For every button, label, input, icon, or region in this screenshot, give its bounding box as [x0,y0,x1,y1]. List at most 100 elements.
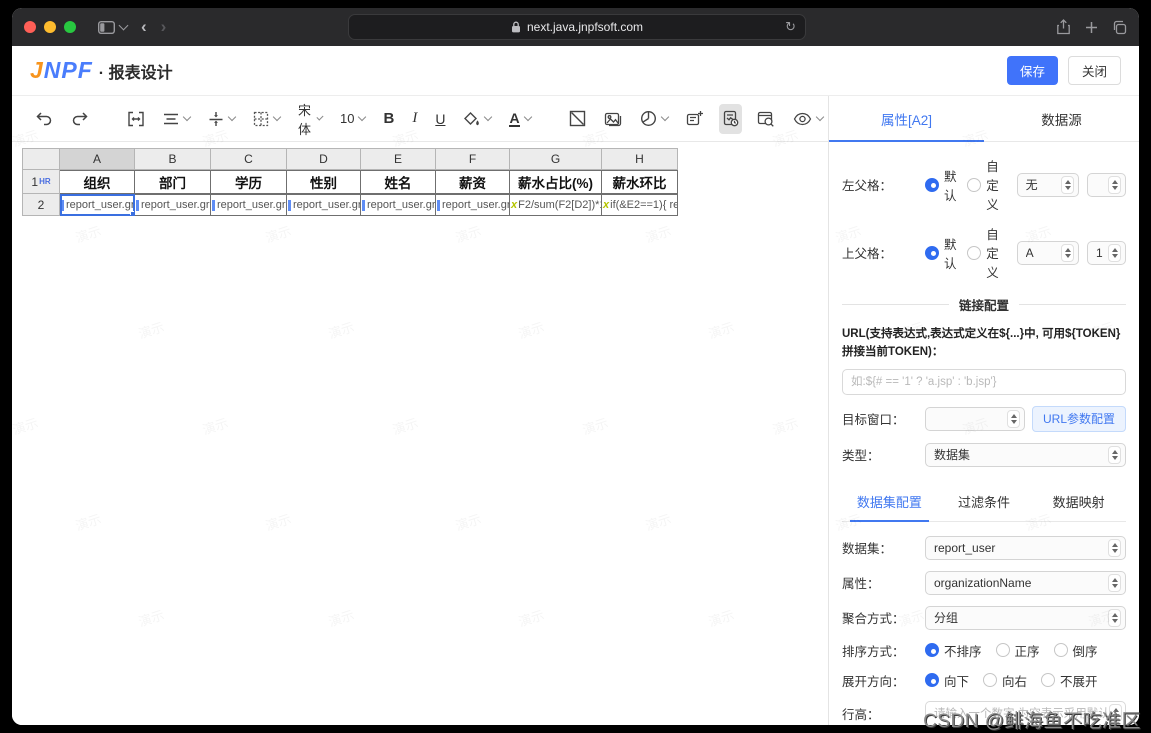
minimize-window-button[interactable] [44,21,56,33]
borders-button[interactable] [250,104,283,134]
column-header-A[interactable]: A [60,148,135,170]
expand-row: 展开方向： 向下 向右 不展开 [842,671,1126,690]
url-input[interactable] [842,368,1126,395]
grid-cell-F2[interactable]: report_user.grou [436,194,510,216]
row-header-2[interactable]: 2 [22,194,60,216]
report-settings-button[interactable] [718,103,742,134]
dataset-label: 数据集： [842,542,893,557]
row-header-1[interactable]: 1 HR [22,170,60,194]
save-button[interactable]: 保存 [1006,56,1058,85]
new-tab-icon[interactable] [1085,21,1098,34]
grid-cell-D2[interactable]: report_user.grou [287,194,361,216]
attribute-select[interactable]: organizationName [925,570,1126,595]
tab-dataset-config[interactable]: 数据集配置 [842,483,937,522]
column-header-F[interactable]: F [436,148,510,170]
radio-ascending[interactable]: 正序 [995,641,1040,660]
row-height-input[interactable] [925,700,1126,725]
column-header-C[interactable]: C [211,148,287,170]
report-canvas[interactable]: ABCDEFGH 1 HR 组织 部门 学历 性别 姓名 薪资 薪水占比(%) 薪水环比 2 rep… [12,142,828,725]
grid-cell-A2[interactable]: report_user.grou [60,194,135,216]
fill-color-button[interactable] [460,104,494,134]
forward-button[interactable]: › [161,17,167,37]
radio-descending[interactable]: 倒序 [1053,641,1098,660]
column-header-D[interactable]: D [287,148,361,170]
url-param-config-button[interactable]: URL参数配置 [1031,405,1126,432]
bold-button[interactable]: B [380,104,397,134]
radio-left-custom[interactable]: 自定义 [967,156,1008,213]
column-header-G[interactable]: G [510,148,602,170]
back-button[interactable]: ‹ [141,17,147,37]
sidebar-icon[interactable] [98,20,115,34]
grid-cell-D1[interactable]: 性别 [287,170,361,194]
address-bar[interactable]: next.java.jnpfsoft.com ↻ [348,14,806,40]
type-select[interactable]: 数据集 [925,442,1126,467]
stepper-icon [1108,538,1121,557]
grid-cell-H1[interactable]: 薪水环比 [602,170,678,194]
close-window-button[interactable] [24,21,36,33]
undo-button[interactable] [32,104,56,134]
grid-cell-B1[interactable]: 部门 [135,170,211,194]
grid-cell-H2[interactable]: xif(&E2==1){ retu [602,194,678,216]
tab-filter-condition[interactable]: 过滤条件 [937,483,1032,521]
radio-up-custom[interactable]: 自定义 [967,224,1008,281]
column-header-E[interactable]: E [361,148,436,170]
grid-cell-G2[interactable]: xF2/sum(F2[D2])*100 [510,194,602,216]
radio-expand-down[interactable]: 向下 [925,671,969,690]
radio-up-default[interactable]: 默认 [925,234,957,272]
share-icon[interactable] [1056,19,1071,35]
stepper-icon [1108,243,1122,262]
grid-cell-B2[interactable]: report_user.grou [135,194,211,216]
radio-left-default[interactable]: 默认 [925,166,957,204]
column-header-B[interactable]: B [135,148,211,170]
vertical-align-button[interactable] [205,104,238,134]
underline-button[interactable]: U [432,104,448,134]
redo-button[interactable] [68,104,92,134]
target-window-label: 目标窗口： [842,413,905,428]
grid-cell-C2[interactable]: report_user.grou [211,194,287,216]
font-family-select[interactable]: 宋体 [295,103,325,137]
diagonal-line-button[interactable] [566,104,589,134]
tab-data-mapping[interactable]: 数据映射 [1031,483,1126,521]
left-parent-column-select[interactable]: 无 [1016,172,1080,197]
grid-cell-F1[interactable]: 薪资 [436,170,510,194]
stepper-icon[interactable] [1109,703,1122,722]
insert-cell-button[interactable] [683,104,707,134]
cell-text: report_user.grou [293,199,361,211]
visibility-button[interactable] [790,104,826,134]
close-button[interactable]: 关闭 [1067,56,1121,85]
grid-cell-E1[interactable]: 姓名 [361,170,436,194]
radio-no-expand[interactable]: 不展开 [1041,671,1098,690]
tab-overview-icon[interactable] [1112,20,1127,35]
panel-tabs: 属性[A2] 数据源 [829,96,1139,142]
horizontal-align-button[interactable] [160,104,193,134]
radio-no-sort[interactable]: 不排序 [925,641,982,660]
preview-search-button[interactable] [754,104,778,134]
radio-expand-right[interactable]: 向右 [983,671,1027,690]
up-parent-column-select[interactable]: A [1016,240,1080,265]
zoom-window-button[interactable] [64,21,76,33]
column-header-H[interactable]: H [602,148,678,170]
italic-button[interactable]: I [409,104,420,134]
insert-chart-button[interactable] [637,104,671,134]
grid-corner[interactable] [22,148,60,170]
merge-cells-button[interactable] [124,104,148,134]
type-label: 类型： [842,449,880,464]
up-parent-row-select[interactable]: 1 [1087,240,1127,265]
font-size-select[interactable]: 10 [337,104,368,134]
chevron-down-icon[interactable] [118,20,129,31]
aggregate-select[interactable]: 分组 [925,605,1126,630]
tab-datasource[interactable]: 数据源 [984,96,1139,141]
left-parent-row-select[interactable] [1087,172,1127,197]
dataset-select[interactable]: report_user [925,535,1126,560]
grid-cell-C1[interactable]: 学历 [211,170,287,194]
target-window-select[interactable] [925,406,1025,431]
insert-image-button[interactable] [601,104,625,134]
reload-icon[interactable]: ↻ [785,19,796,35]
grid-cell-G1[interactable]: 薪水占比(%) [510,170,602,194]
up-parent-label: 上父格： [842,247,893,261]
grid-cell-A1[interactable]: 组织 [60,170,135,194]
grid-cell-E2[interactable]: report_user.gro [361,194,436,216]
tab-attribute[interactable]: 属性[A2] [829,96,984,142]
expand-label: 展开方向： [842,674,905,689]
font-color-button[interactable]: A [506,104,533,134]
